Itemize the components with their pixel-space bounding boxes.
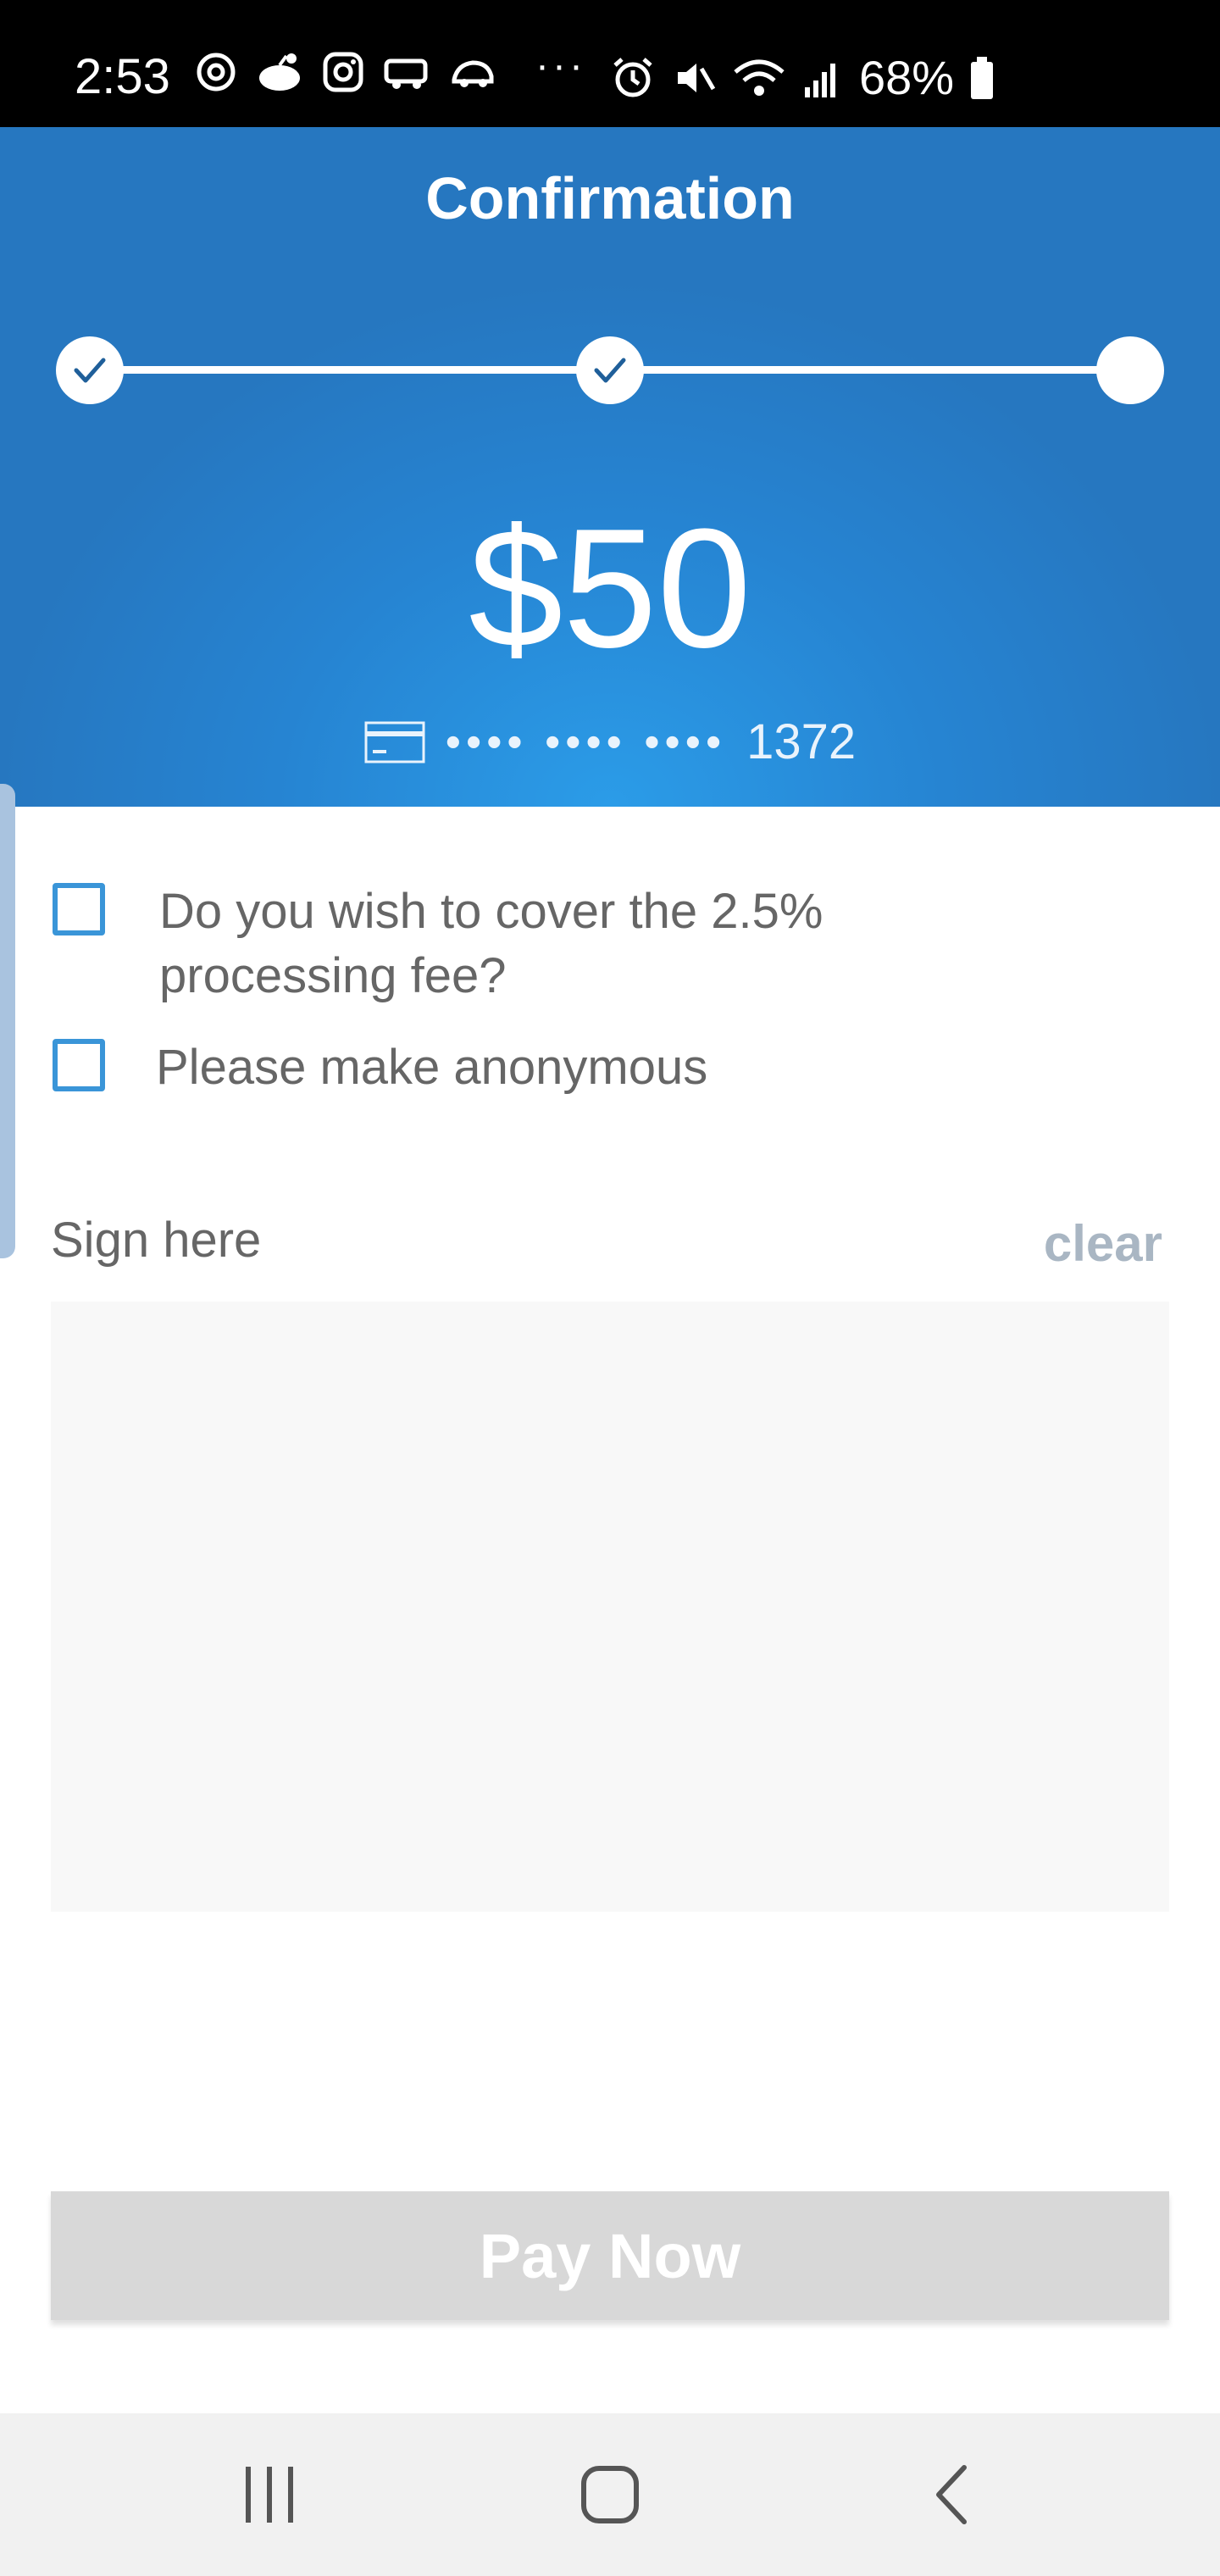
- recent-apps-icon: [246, 2467, 293, 2523]
- step-1-complete: [56, 336, 124, 404]
- status-time: 2:53: [75, 49, 170, 104]
- status-bar: 2:53 ··· 68%: [0, 0, 1220, 127]
- car-icon: [452, 60, 494, 87]
- step-2-complete: [576, 336, 644, 404]
- clear-signature-button[interactable]: clear: [1044, 1212, 1162, 1276]
- status-notification-icons: [195, 51, 496, 93]
- card-last4: 1372: [746, 714, 857, 769]
- stepper-line: [610, 366, 1130, 374]
- status-system-icons: 68%: [610, 51, 995, 105]
- signature-label: Sign here: [51, 1213, 262, 1268]
- cover-fee-label-line1: Do you wish to cover the 2.5%: [159, 884, 824, 939]
- anonymous-checkbox[interactable]: [53, 1039, 105, 1091]
- recent-apps-button[interactable]: [185, 2413, 354, 2576]
- progress-stepper: [0, 127, 1220, 807]
- wifi-icon: [734, 59, 785, 96]
- signature-pad[interactable]: [51, 1302, 1169, 1912]
- alarm-icon: [613, 58, 652, 97]
- stepper-line: [90, 366, 610, 374]
- instagram-icon: [323, 52, 363, 92]
- step-3-current: [1096, 336, 1164, 404]
- cover-fee-checkbox[interactable]: [53, 883, 105, 935]
- van-icon: [384, 58, 428, 89]
- back-icon: [936, 2465, 967, 2524]
- pay-now-button[interactable]: Pay Now: [51, 2191, 1169, 2320]
- payment-amount: $50: [469, 494, 751, 683]
- home-button[interactable]: [525, 2413, 695, 2576]
- credit-card-icon: [364, 721, 425, 763]
- back-button[interactable]: [866, 2413, 1035, 2576]
- battery-icon: [971, 57, 994, 99]
- side-drawer-handle[interactable]: [0, 784, 15, 1258]
- battery-percentage: 68%: [859, 51, 955, 104]
- cover-fee-label-line2: processing fee?: [159, 948, 507, 1003]
- threads-icon: [197, 53, 236, 92]
- check-icon: [594, 358, 626, 383]
- check-icon: [74, 358, 106, 383]
- reddit-icon: [259, 53, 300, 91]
- mute-icon: [678, 64, 716, 92]
- signal-icon: [805, 64, 835, 97]
- confirmation-header: Confirmation $50 •••• •••• •••• 1372: [0, 127, 1220, 807]
- card-summary: •••• •••• •••• 1372: [0, 713, 1220, 770]
- home-icon: [581, 2466, 639, 2523]
- status-overflow-indicator: ···: [535, 43, 586, 88]
- system-nav-bar: [0, 2413, 1220, 2576]
- anonymous-label: Please make anonymous: [156, 1040, 708, 1095]
- cover-fee-label: Do you wish to cover the 2.5% processing…: [159, 880, 823, 1008]
- cover-fee-option[interactable]: Do you wish to cover the 2.5% processing…: [53, 880, 823, 1008]
- anonymous-option[interactable]: Please make anonymous: [53, 1039, 707, 1100]
- card-masked-digits: •••• •••• ••••: [445, 717, 727, 767]
